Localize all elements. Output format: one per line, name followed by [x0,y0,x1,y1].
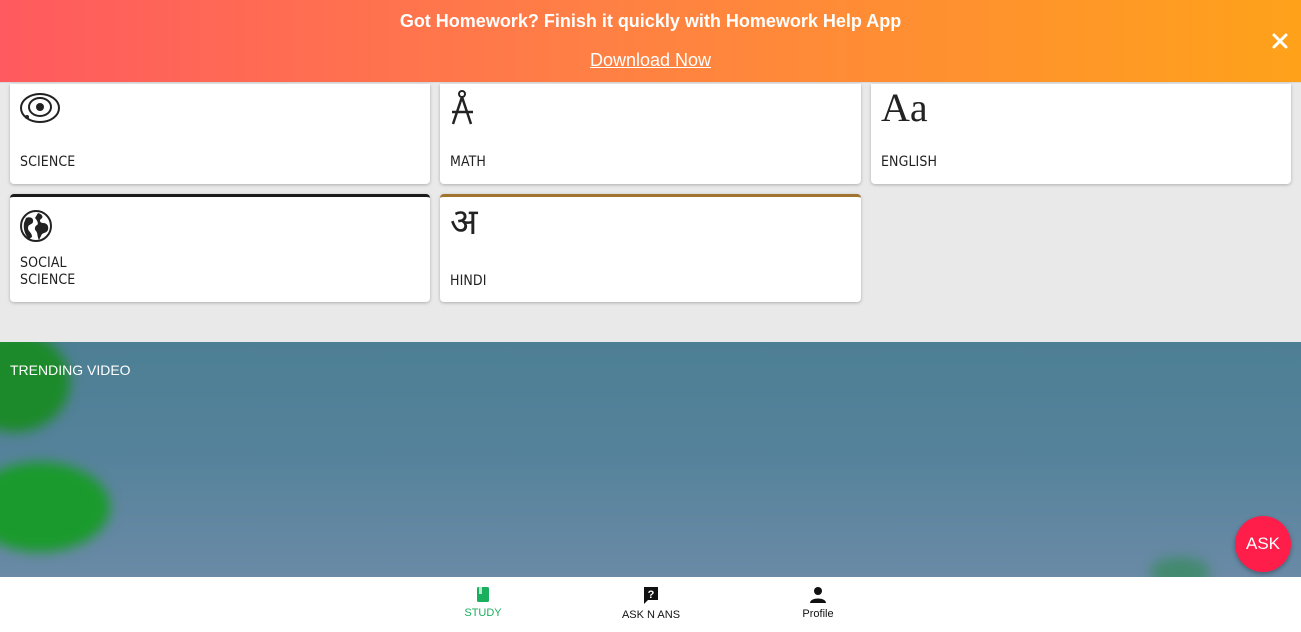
subject-label: MATH [450,154,486,170]
nav-item-profile[interactable]: Profile [758,577,878,632]
video-foliage [1150,557,1210,577]
subject-label: HINDI [450,273,487,289]
hindi-letter-icon: अ [450,202,478,243]
promo-banner: Got Homework? Finish it quickly with Hom… [0,0,1301,83]
subject-card-social-science[interactable]: SOCIAL SCIENCE [10,194,430,302]
download-now-link[interactable]: Download Now [551,50,751,71]
globe-icon [20,210,62,252]
subject-label: SCIENCE [20,154,76,170]
nav-label: STUDY [464,607,502,619]
bottom-nav: STUDY ? ASK N ANS Profile [0,577,1301,632]
video-foliage [0,462,110,552]
person-icon [809,586,827,604]
nav-label: Profile [802,608,834,620]
trending-video[interactable]: TRENDING VIDEO [0,342,1301,577]
subject-card-hindi[interactable]: अ HINDI [440,194,861,302]
nav-label: ASK N ANS [621,609,681,621]
subject-label: SOCIAL SCIENCE [20,255,76,288]
nav-item-ask-n-ans[interactable]: ? ASK N ANS [591,577,711,632]
book-icon [474,586,492,604]
svg-text:?: ? [648,589,655,601]
promo-title: Got Homework? Finish it quickly with Hom… [399,11,902,31]
ask-button[interactable]: ASK [1235,516,1291,572]
nav-item-study[interactable]: STUDY [423,577,543,632]
subject-card-science[interactable]: SCIENCE [10,84,430,184]
subject-card-math[interactable]: MATH [440,84,861,184]
close-icon[interactable] [1269,30,1291,52]
video-foliage [0,342,70,432]
compass-icon [450,90,492,132]
trending-video-title: TRENDING VIDEO [10,362,131,378]
letters-aa-icon: Aa [881,85,928,130]
subject-label: ENGLISH [881,154,938,170]
atom-icon [20,90,62,132]
question-icon: ? [642,586,660,604]
subject-card-english[interactable]: Aa ENGLISH [871,84,1291,184]
